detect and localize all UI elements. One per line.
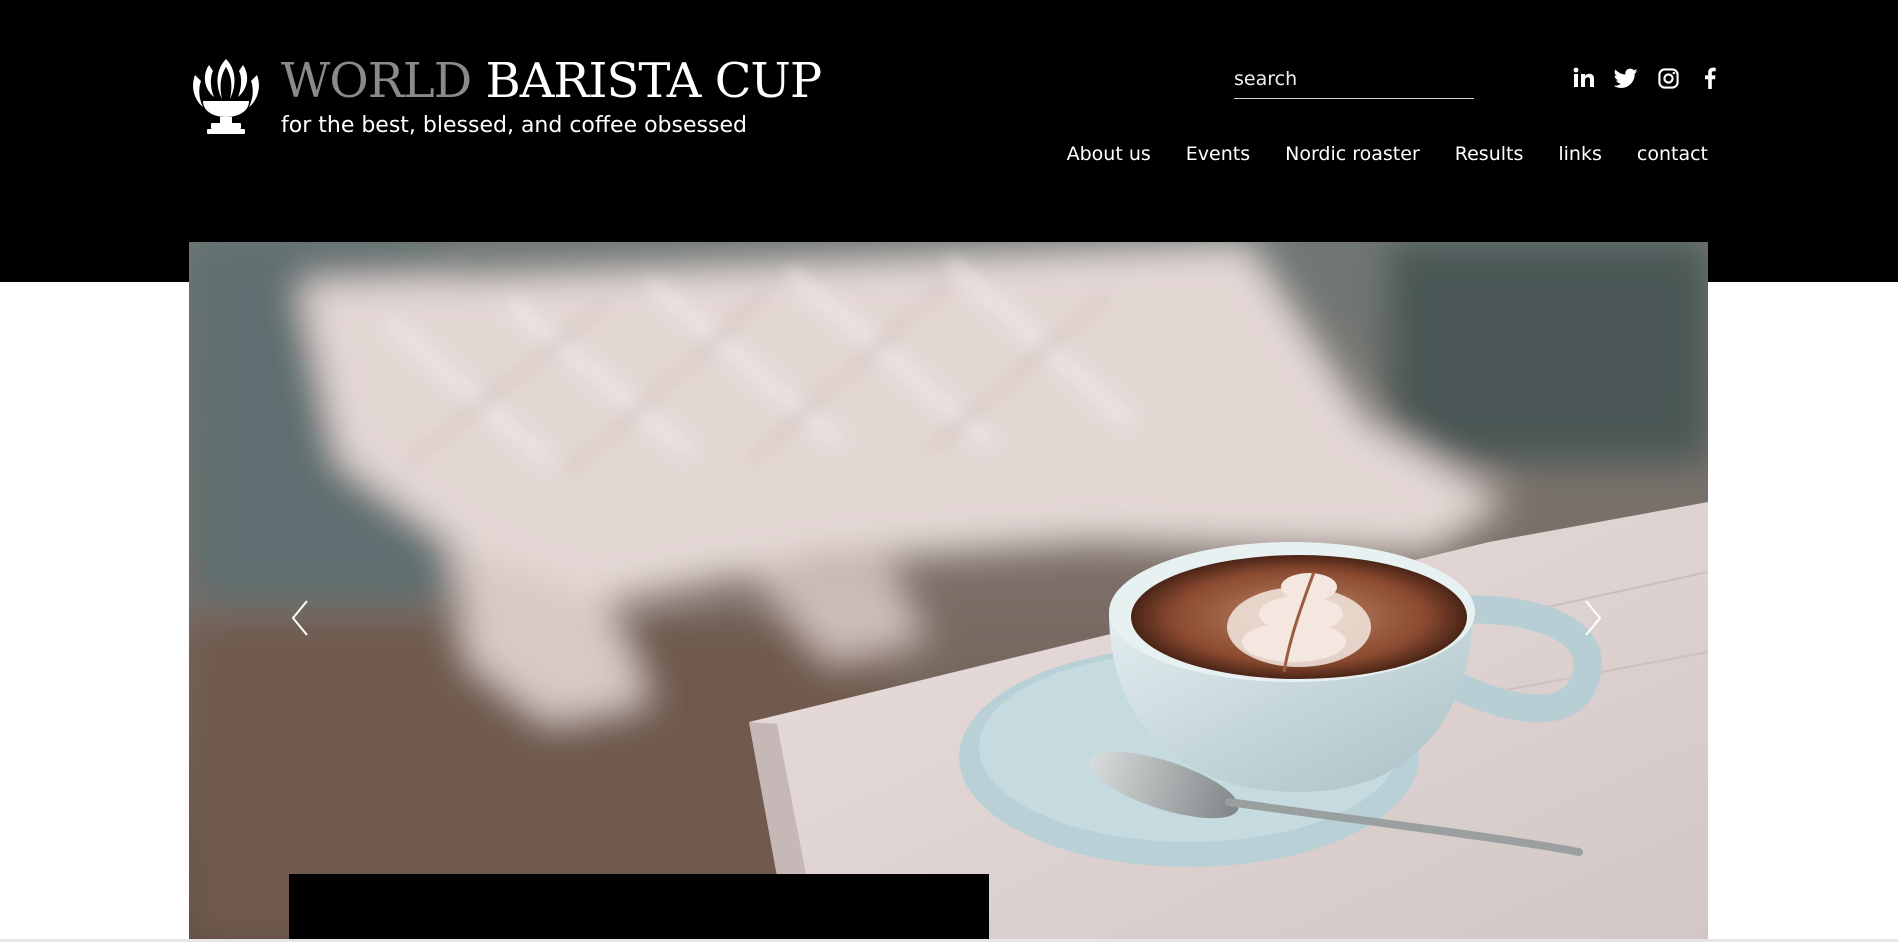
nav-events[interactable]: Events <box>1186 140 1250 168</box>
chevron-left-icon <box>291 600 308 636</box>
nav-about-us[interactable]: About us <box>1067 140 1151 168</box>
brand-text: WORLD BARISTA CUP for the best, blessed,… <box>281 55 822 139</box>
social-links <box>1572 66 1722 90</box>
page: WORLD BARISTA CUP for the best, blessed,… <box>0 0 1898 942</box>
facebook-icon[interactable] <box>1698 66 1722 90</box>
nav-results[interactable]: Results <box>1455 140 1524 168</box>
coffee-trophy-icon <box>193 59 259 134</box>
nav-nordic-roaster[interactable]: Nordic roaster <box>1285 140 1420 168</box>
slideshow-prev-button[interactable] <box>285 595 315 641</box>
twitter-icon[interactable] <box>1614 66 1638 90</box>
instagram-icon[interactable] <box>1656 66 1680 90</box>
main-nav: About us Events Nordic roaster Results l… <box>1067 140 1708 168</box>
search-field <box>1234 64 1474 99</box>
nav-contact[interactable]: contact <box>1637 140 1708 168</box>
brand-title-world: WORLD <box>281 53 472 109</box>
linkedin-icon[interactable] <box>1572 66 1596 90</box>
brand-logo-link[interactable]: WORLD BARISTA CUP for the best, blessed,… <box>189 55 822 139</box>
slideshow-next-button[interactable] <box>1578 595 1608 641</box>
hero-caption-box <box>289 874 989 942</box>
hero-image <box>189 242 1708 942</box>
brand-title-barista-cup: BARISTA CUP <box>485 53 822 109</box>
hero-slideshow[interactable] <box>189 242 1708 942</box>
chevron-right-icon <box>1585 600 1602 636</box>
nav-links[interactable]: links <box>1558 140 1602 168</box>
search-input[interactable] <box>1234 64 1474 94</box>
brand-tagline: for the best, blessed, and coffee obsess… <box>281 113 747 138</box>
brand-title: WORLD BARISTA CUP <box>281 57 822 105</box>
